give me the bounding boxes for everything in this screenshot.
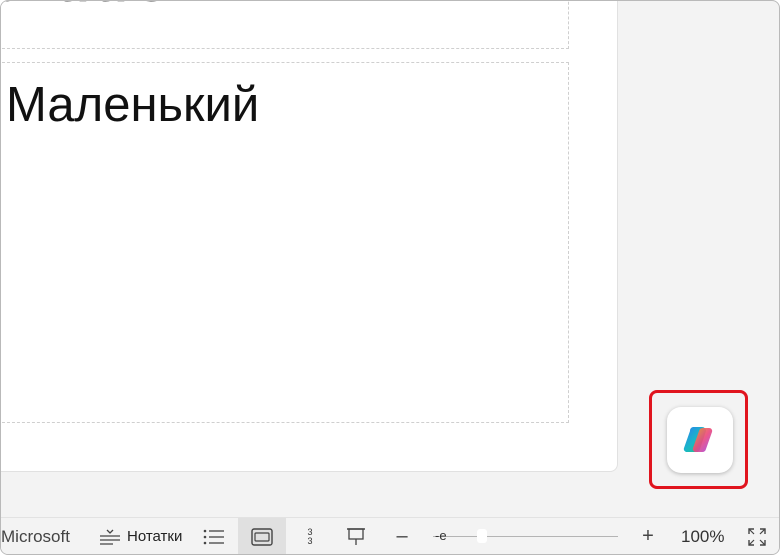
title-placeholder[interactable]: a title	[1, 1, 569, 49]
normal-view-button[interactable]	[238, 518, 286, 554]
zoom-slider[interactable]: -e	[433, 518, 618, 554]
copilot-icon	[683, 427, 713, 453]
sorter-bottom: 3	[307, 535, 313, 546]
fit-to-window-button[interactable]	[745, 518, 769, 554]
zoom-in-button[interactable]: +	[637, 518, 659, 554]
slide-sorter-button[interactable]: 3 3	[297, 518, 323, 554]
body-placeholder[interactable]: Маленький	[1, 62, 569, 423]
zoom-out-button[interactable]: –	[391, 518, 413, 554]
presenter-view-button[interactable]	[341, 518, 371, 554]
zoom-slider-label: -e	[435, 528, 447, 543]
fit-window-icon	[748, 527, 766, 546]
notes-icon	[100, 529, 120, 545]
powerpoint-window: a title Маленький	[0, 0, 780, 555]
slide-body-text: Маленький	[6, 78, 260, 132]
copilot-button[interactable]	[667, 407, 733, 473]
zoom-slider-track	[433, 536, 618, 537]
brand-label: Microsoft	[1, 526, 70, 546]
zoom-slider-thumb[interactable]	[477, 529, 487, 543]
presentation-icon	[347, 527, 365, 545]
zoom-level[interactable]: 100%	[681, 518, 724, 554]
notes-label: Нотатки	[127, 528, 183, 545]
outline-view-button[interactable]	[199, 518, 229, 554]
slide-canvas[interactable]: a title Маленький	[1, 1, 618, 472]
notes-button[interactable]: Нотатки	[99, 518, 183, 554]
normal-view-icon	[251, 527, 273, 546]
status-bar: Microsoft Нотатки 3 3 – -e + 100%	[1, 517, 779, 554]
slide-title: a title	[1, 1, 172, 19]
list-icon	[203, 529, 224, 544]
